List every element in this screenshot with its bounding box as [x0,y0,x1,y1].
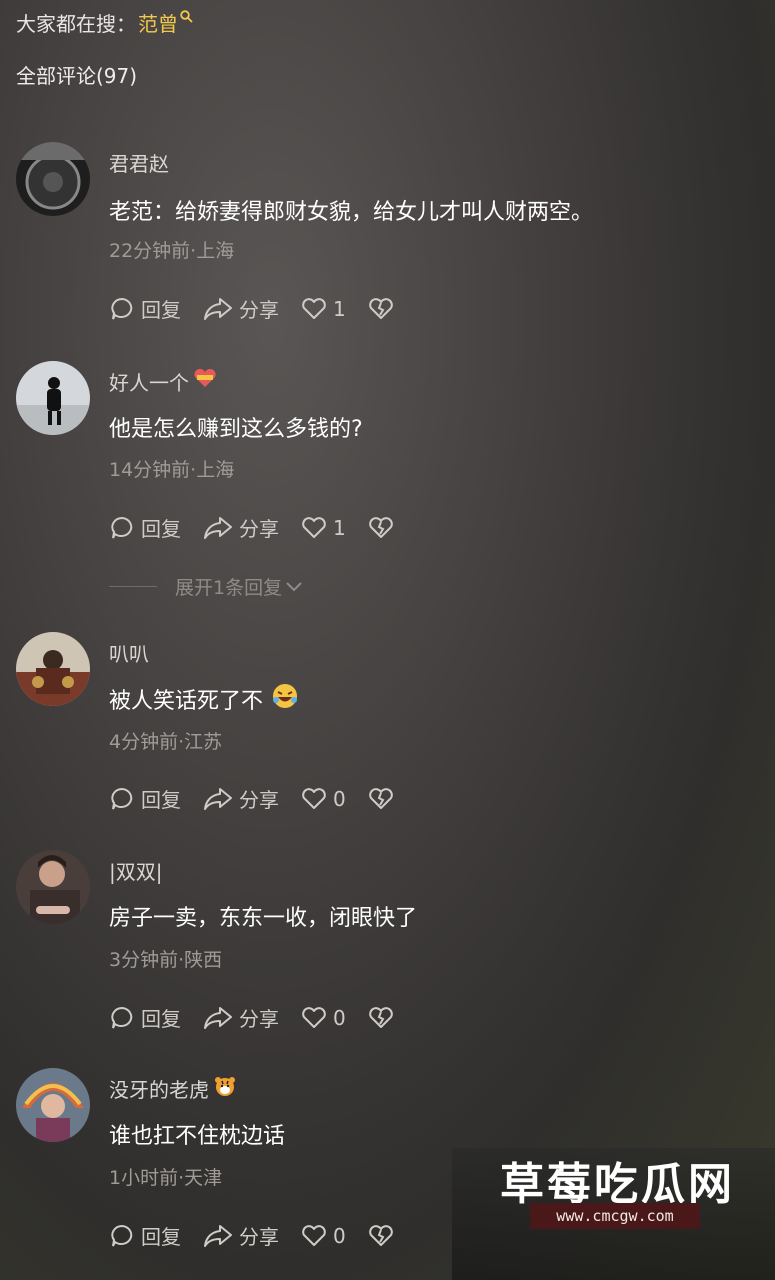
comment-count-title: 全部评论(97) [16,64,138,88]
share-label: 分享 [239,1007,279,1031]
hot-search-bar[interactable]: 大家都在搜： 范曾 [16,8,193,37]
hot-search-prefix: 大家都在搜： [16,12,136,36]
comment-author[interactable]: 没牙的老虎 [109,1074,237,1103]
reply-label: 回复 [141,1007,181,1031]
share-button[interactable]: 分享 [203,1221,279,1250]
comment-actions: 回复 分享 1 [109,294,422,323]
reply-label: 回复 [141,788,181,812]
comment-text: 他是怎么赚到这么多钱的? [109,417,363,442]
like-button[interactable]: 0 [301,1224,346,1248]
avatar[interactable] [16,632,90,706]
share-icon [204,1006,232,1029]
reply-button[interactable]: 回复 [109,1221,181,1250]
like-count: 1 [333,515,346,540]
reply-label: 回复 [141,298,181,322]
comment-text: 房子一卖，东东一收，闭眼快了 [109,906,418,931]
reply-button[interactable]: 回复 [109,513,181,542]
comment-actions: 回复 分享 0 [109,784,422,813]
comment-author[interactable]: 叭叭 [109,638,149,667]
comment-meta: 4分钟前·江苏 [109,731,223,753]
author-name: 没牙的老虎 [109,1078,209,1102]
like-button[interactable]: 1 [301,516,346,540]
share-label: 分享 [239,517,279,541]
dislike-button[interactable] [368,516,400,540]
broken-heart-icon [368,1224,393,1246]
like-count: 0 [333,786,346,811]
comment-text-body: 被人笑话死了不 [109,689,264,714]
comment-text: 被人笑话死了不 [109,682,299,716]
expand-replies-label: 展开1条回复 [175,577,283,599]
reply-button[interactable]: 回复 [109,294,181,323]
dislike-button[interactable] [368,1224,400,1248]
avatar[interactable] [16,361,90,435]
comment-author[interactable]: 好人一个 [109,367,217,396]
heart-icon [302,1006,326,1028]
reply-label: 回复 [141,1225,181,1249]
heart-emoji-icon [193,368,217,394]
like-button[interactable]: 1 [301,297,346,321]
chevron-down-icon [286,581,302,591]
dislike-button[interactable] [368,1006,400,1030]
share-icon [204,1224,232,1247]
like-count: 1 [333,296,346,321]
comment-text: 谁也扛不住枕边话 [109,1124,286,1149]
share-icon [204,297,232,320]
comment-meta: 1小时前·天津 [109,1167,223,1189]
watermark-url: www.cmcgw.com [530,1203,700,1229]
broken-heart-icon [368,1006,393,1028]
heart-icon [302,787,326,809]
laughing-emoji-icon [271,682,299,716]
reply-label: 回复 [141,517,181,541]
dislike-button[interactable] [368,787,400,811]
comment-actions: 回复 分享 0 [109,1221,422,1250]
share-icon [204,787,232,810]
author-name: 好人一个 [109,371,189,395]
comment-meta: 3分钟前·陕西 [109,949,223,971]
hot-search-keyword[interactable]: 范曾 [138,8,178,37]
like-count: 0 [333,1005,346,1030]
comment-meta: 22分钟前·上海 [109,240,235,262]
share-button[interactable]: 分享 [203,513,279,542]
comment-actions: 回复 分享 1 [109,513,422,542]
tiger-emoji-icon [213,1075,237,1102]
heart-icon [302,297,326,319]
like-button[interactable]: 0 [301,1006,346,1030]
site-watermark: 草莓吃瓜网 www.cmcgw.com [452,1148,775,1280]
share-button[interactable]: 分享 [203,1003,279,1032]
share-label: 分享 [239,298,279,322]
share-button[interactable]: 分享 [203,784,279,813]
heart-icon [302,1224,326,1246]
avatar[interactable] [16,1068,90,1142]
comment-author[interactable]: 君君赵 [109,148,169,177]
reply-icon [111,787,133,809]
reply-button[interactable]: 回复 [109,784,181,813]
reply-icon [111,1006,133,1028]
comment-author[interactable]: |双双| [109,856,162,885]
comment-meta: 14分钟前·上海 [109,459,235,481]
share-button[interactable]: 分享 [203,294,279,323]
broken-heart-icon [368,297,393,319]
reply-button[interactable]: 回复 [109,1003,181,1032]
like-count: 0 [333,1223,346,1248]
broken-heart-icon [368,787,393,809]
search-icon [180,4,193,28]
heart-icon [302,516,326,538]
divider [109,586,157,587]
expand-replies-button[interactable]: 展开1条回复 [109,573,304,600]
reply-icon [111,516,133,538]
reply-icon [111,297,133,319]
avatar[interactable] [16,142,90,216]
dislike-button[interactable] [368,297,400,321]
share-label: 分享 [239,788,279,812]
broken-heart-icon [368,516,393,538]
share-label: 分享 [239,1225,279,1249]
like-button[interactable]: 0 [301,787,346,811]
comment-actions: 回复 分享 0 [109,1003,422,1032]
reply-icon [111,1224,133,1246]
share-icon [204,516,232,539]
avatar[interactable] [16,850,90,924]
comment-text: 老范：给娇妻得郎财女貌，给女儿才叫人财两空。 [109,200,594,225]
